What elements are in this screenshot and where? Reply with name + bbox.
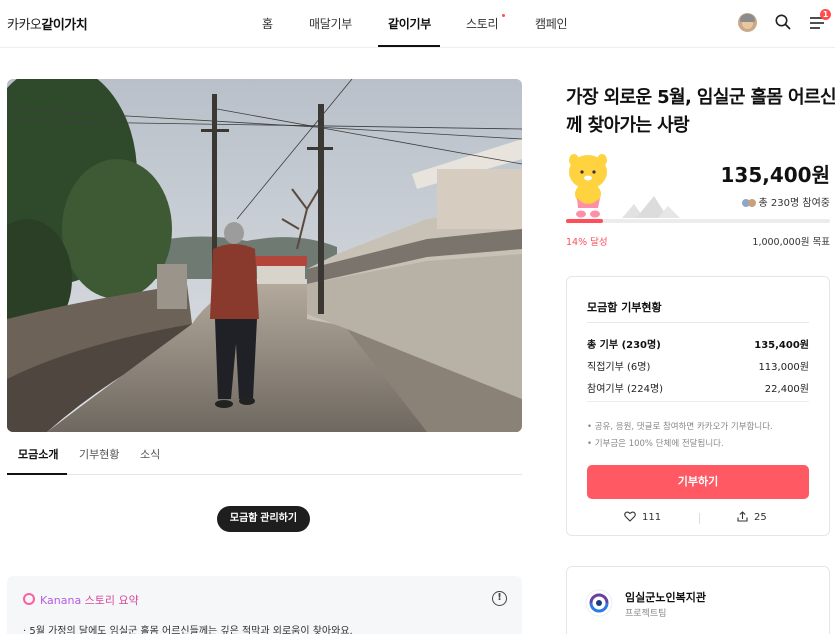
organization-card[interactable]: 임실군노인복지관 프로젝트팀 [566,566,830,634]
share-count: 25 [754,512,767,523]
kanana-ring-icon [23,593,35,605]
logo-regular: 카카오 [7,18,42,33]
progress-fill [566,219,603,223]
status-card-divider [587,322,809,323]
participation-donation-label: 참여기부 (224명) [587,384,664,395]
tab-donation-status[interactable]: 기부현황 [79,446,119,462]
info-icon[interactable]: ! [492,591,507,606]
nav-monthly[interactable]: 매달기부 [309,15,352,32]
tabs-divider [7,474,522,475]
summary-brand: Kanana [40,594,82,607]
nav-active-underline [378,45,440,47]
total-donation-value: 135,400원 [754,340,809,351]
top-header: 카카오같이가치 홈 매달기부 같이기부 스토리 캠페인 1 [0,0,835,48]
search-icon[interactable] [774,13,792,31]
village-road-illustration [7,79,522,432]
tab-active-underline [7,473,67,475]
participants-count: 총 230명 참여중 [741,194,830,209]
org-name: 임실군노인복지관 [625,591,706,604]
mascot-illustration [569,154,607,218]
avatar[interactable] [738,13,757,32]
tab-intro[interactable]: 모금소개 [18,446,58,462]
direct-donation-label: 직접기부 (6명) [587,362,651,373]
mountains-illustration [622,196,680,218]
summary-title: Kanana 스토리 요약 [40,592,139,608]
nav-home[interactable]: 홈 [262,15,273,32]
total-donation-label: 총 기부 (230명) [587,340,661,351]
status-card-divider-2 [587,401,809,402]
note-full-delivery: • 기부금은 100% 단체에 전달됩니다. [587,439,724,449]
direct-donation-value: 113,000원 [758,362,809,373]
summary-title-text: 스토리 요약 [81,594,139,607]
nav-story-new-dot [502,14,505,17]
goal-amount: 1,000,000원 목표 [752,237,830,248]
manage-fundraiser-button[interactable]: 모금함 관리하기 [217,506,310,532]
action-divider [699,513,700,524]
achieved-percent: 14% 달성 [566,237,608,248]
logo-bold: 같이가치 [41,18,88,33]
campaign-photo [7,79,522,432]
avatar-hair [740,14,755,22]
participation-donation-value: 22,400원 [764,384,809,395]
org-subtitle: 프로젝트팀 [625,609,667,619]
summary-line: · 5월 가정의 달에도 임실군 홀몸 어르신들께는 깊은 적막과 외로움이 찾… [23,626,353,634]
tab-news[interactable]: 소식 [140,446,160,462]
heart-icon [624,511,636,522]
nav-story[interactable]: 스토리 [466,15,499,32]
share-button[interactable]: 25 [737,511,767,523]
nav-together[interactable]: 같이기부 [388,15,431,32]
progress-bar [566,219,830,223]
raised-amount: 135,400원 [720,163,831,187]
donation-status-card: 모금함 기부현황 총 기부 (230명) 135,400원 직접기부 (6명) … [566,276,830,536]
donate-button[interactable]: 기부하기 [587,465,809,499]
org-logo-icon [585,589,613,617]
menu-badge: 1 [820,9,831,20]
nav-campaign[interactable]: 캠페인 [535,15,568,32]
campaign-title: 가장 외로운 5월, 임실군 홀몸 어르신께 찾아가는 사랑 [566,87,835,136]
share-icon [737,511,748,522]
story-summary-box: Kanana 스토리 요약 ! · 5월 가정의 달에도 임실군 홀몸 어르신들… [7,576,522,634]
logo[interactable]: 카카오같이가치 [7,14,88,33]
note-kakao-donates: • 공유, 응원, 댓글로 참여하면 카카오가 기부합니다. [587,422,773,432]
participant-avatars-icon [741,199,756,207]
like-button[interactable]: 111 [624,511,661,523]
status-card-title: 모금함 기부현황 [587,301,662,314]
like-count: 111 [642,512,662,523]
participants-text: 총 230명 참여중 [758,198,830,209]
